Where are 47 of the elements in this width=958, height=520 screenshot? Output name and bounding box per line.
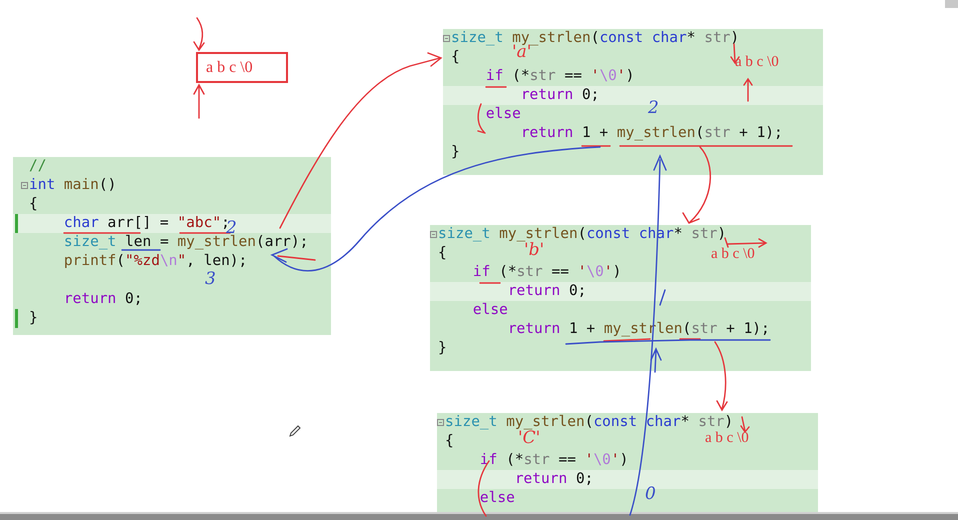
code-line: return 0; (64, 290, 142, 309)
collapse-icon[interactable] (430, 231, 437, 238)
code-line: { (438, 244, 447, 263)
code-line: } (29, 309, 38, 328)
code-line: int main() (29, 176, 116, 195)
code-line: size_t my_strlen(const char* str) (445, 413, 734, 430)
handwritten-note: 3 (205, 271, 216, 288)
panel-edge (945, 0, 958, 8)
handwritten-note: 'C' (518, 430, 540, 447)
line-stroke (659, 289, 666, 306)
annotation-text: a b c \0 (705, 431, 749, 446)
code-line: else (472, 301, 508, 320)
code-line: size_t my_strlen(const char* str) (451, 29, 740, 46)
arrow-stroke (740, 416, 750, 434)
code-line: } (451, 143, 460, 162)
code-line: // (29, 157, 46, 176)
code-line: else (486, 105, 521, 124)
handwritten-note: 'b' (524, 242, 544, 259)
code-line: if (*str == '\0') (486, 67, 634, 86)
handwritten-note: 'a' (512, 44, 532, 61)
collapse-icon[interactable] (437, 419, 444, 426)
code-line: return 0; (520, 86, 600, 105)
code-line: return 0; (508, 282, 586, 301)
arrow-stroke (724, 237, 768, 248)
code-line: { (445, 432, 454, 451)
handwritten-note: 2 (648, 100, 659, 117)
code-line: { (451, 48, 460, 67)
code-line: if (*str == '\0') (472, 263, 622, 282)
box-text: a b c \0 (206, 58, 253, 78)
arrow-stroke (714, 341, 728, 411)
annotation-text: a b c \0 (711, 247, 755, 262)
handwritten-note: 0 (645, 486, 656, 503)
code-line: return 0; (514, 470, 594, 489)
code-line: else (480, 489, 515, 508)
bracket-stroke (477, 103, 486, 134)
collapse-icon[interactable] (21, 182, 28, 189)
code-line: printf("%zd\n", len); (64, 252, 248, 271)
code-line: } (438, 339, 447, 358)
code-line: return 1 + my_strlen(str + 1); (520, 124, 783, 143)
pencil-icon (289, 425, 301, 437)
code-line: { (29, 195, 38, 214)
code-line: if (*str == '\0') (480, 451, 628, 470)
underline-stroke (485, 86, 507, 88)
code-line: size_t len = my_strlen(arr); (64, 233, 308, 252)
arrow-stroke (730, 43, 740, 64)
arrow-stroke (743, 78, 753, 102)
collapse-icon[interactable] (443, 35, 450, 42)
